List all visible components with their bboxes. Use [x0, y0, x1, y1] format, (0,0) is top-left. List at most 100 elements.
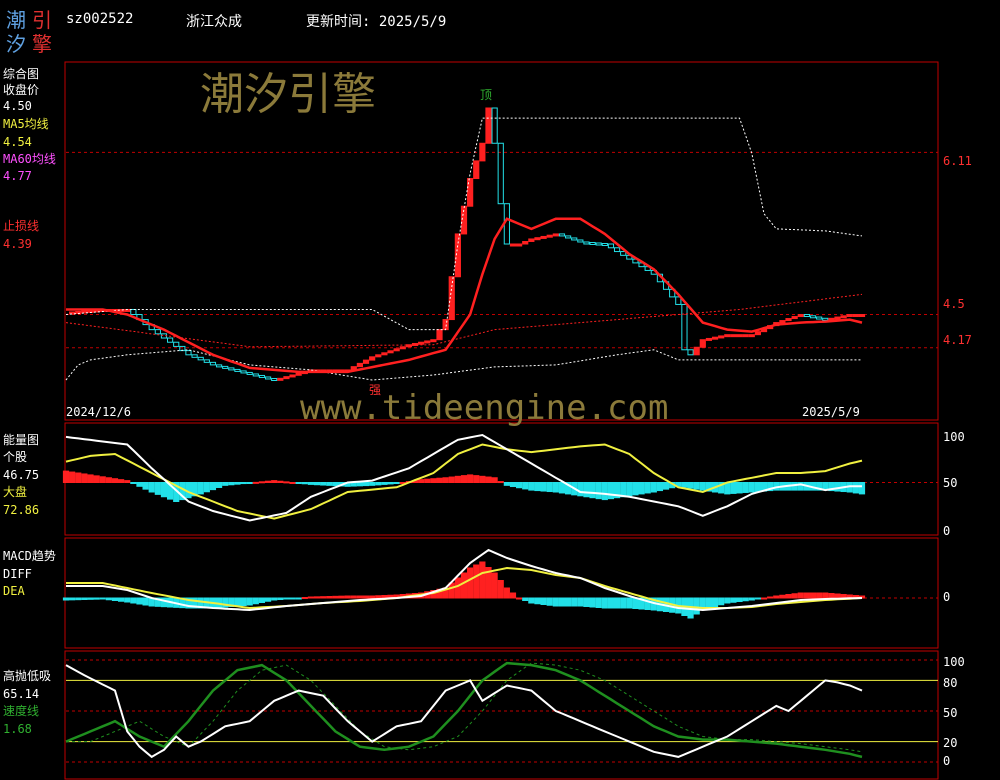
candle — [736, 334, 743, 338]
energy-bar — [497, 481, 504, 484]
macd-bar — [111, 597, 119, 601]
hilo-panel-title: 高抛低吸 — [3, 669, 52, 683]
main-panel-title: 综合图 — [3, 67, 40, 81]
macd-bar — [118, 597, 125, 602]
macd-bar — [338, 595, 345, 599]
energy-bar — [320, 482, 327, 486]
macd-bar — [246, 597, 253, 606]
energy-bar — [301, 482, 308, 485]
macd-bar — [516, 597, 523, 600]
energy-bar — [105, 477, 112, 483]
ma5-value: 4.54 — [3, 135, 32, 149]
macd-bar — [791, 593, 798, 599]
macd-bar — [93, 597, 100, 600]
candle — [173, 341, 180, 347]
candle — [295, 372, 302, 376]
macd-bar — [497, 580, 504, 599]
candle — [473, 160, 480, 180]
energy-bar — [277, 480, 284, 484]
macd-bar — [828, 593, 835, 599]
candle — [540, 235, 547, 239]
candle — [442, 319, 449, 331]
candle — [491, 107, 498, 144]
macd-bar — [369, 595, 376, 599]
candle — [822, 317, 829, 321]
energy-bar — [289, 482, 296, 484]
energy-bar — [601, 482, 608, 501]
candle — [834, 316, 841, 320]
candle — [687, 349, 694, 356]
price-axis-label: 4.17 — [943, 333, 972, 347]
candle — [393, 348, 400, 352]
energy-bar — [99, 476, 106, 483]
energy-bar — [754, 482, 762, 493]
candle — [185, 350, 192, 356]
speed-line-label: 速度线 — [3, 704, 40, 718]
macd-bar — [277, 597, 284, 600]
energy-bar — [662, 482, 670, 490]
ma60-value: 4.77 — [3, 169, 32, 183]
macd-bar — [130, 597, 137, 604]
energy-bar — [240, 482, 247, 485]
candle — [742, 334, 749, 338]
energy-bar — [650, 482, 657, 493]
energy-bar — [736, 482, 743, 494]
macd-bar — [307, 596, 315, 599]
stop-loss-label: 止损线 — [3, 219, 40, 233]
candle — [485, 107, 492, 144]
candle — [797, 314, 804, 318]
macd-bar — [711, 597, 719, 607]
energy-bar — [473, 475, 480, 483]
macd-axis-label: 0 — [943, 590, 951, 604]
candle — [369, 356, 376, 361]
energy-bar — [546, 482, 553, 493]
candle — [399, 346, 406, 350]
macd-bar — [509, 592, 517, 599]
energy-bar — [252, 481, 259, 484]
macd-bar — [136, 597, 143, 605]
macd-bar — [693, 597, 700, 615]
energy-bar — [136, 482, 143, 487]
candle — [546, 234, 553, 238]
energy-bar — [313, 482, 321, 486]
energy-bar — [491, 477, 498, 483]
macd-bar — [264, 597, 272, 602]
macd-bar — [491, 572, 498, 599]
diff-label: DIFF — [3, 567, 32, 581]
macd-bar — [467, 567, 474, 599]
energy-bar — [485, 476, 492, 484]
candle — [289, 374, 296, 378]
energy-bar — [326, 482, 333, 486]
top-annotation: 顶 — [480, 88, 493, 102]
macd-bar — [356, 595, 364, 599]
energy-stock-value: 46.75 — [3, 468, 40, 482]
candle — [613, 247, 621, 253]
energy-bar — [258, 481, 266, 484]
candle — [362, 359, 370, 364]
macd-bar — [448, 582, 455, 599]
macd-bar — [69, 597, 76, 601]
macd-bar — [632, 597, 639, 609]
price-axis-label: 6.11 — [943, 154, 972, 168]
hilo-axis-label: 100 — [943, 655, 965, 669]
energy-bar — [424, 478, 431, 483]
energy-bar — [228, 482, 235, 486]
energy-bar — [418, 479, 425, 483]
energy-bar — [448, 476, 455, 484]
macd-bar — [785, 594, 792, 599]
energy-bar — [148, 482, 155, 493]
candle — [858, 314, 866, 318]
macd-bar — [301, 597, 308, 599]
energy-stock-label: 个股 — [3, 450, 28, 464]
energy-bar — [111, 478, 119, 484]
macd-bar — [124, 597, 131, 603]
macd-bar — [240, 597, 247, 606]
candle — [552, 233, 559, 237]
energy-bar — [271, 480, 278, 484]
candle — [809, 315, 817, 319]
candle — [203, 359, 210, 363]
energy-bar — [681, 482, 688, 488]
energy-bar — [454, 475, 461, 484]
candle — [479, 142, 486, 162]
end-date: 2025/5/9 — [802, 405, 860, 419]
